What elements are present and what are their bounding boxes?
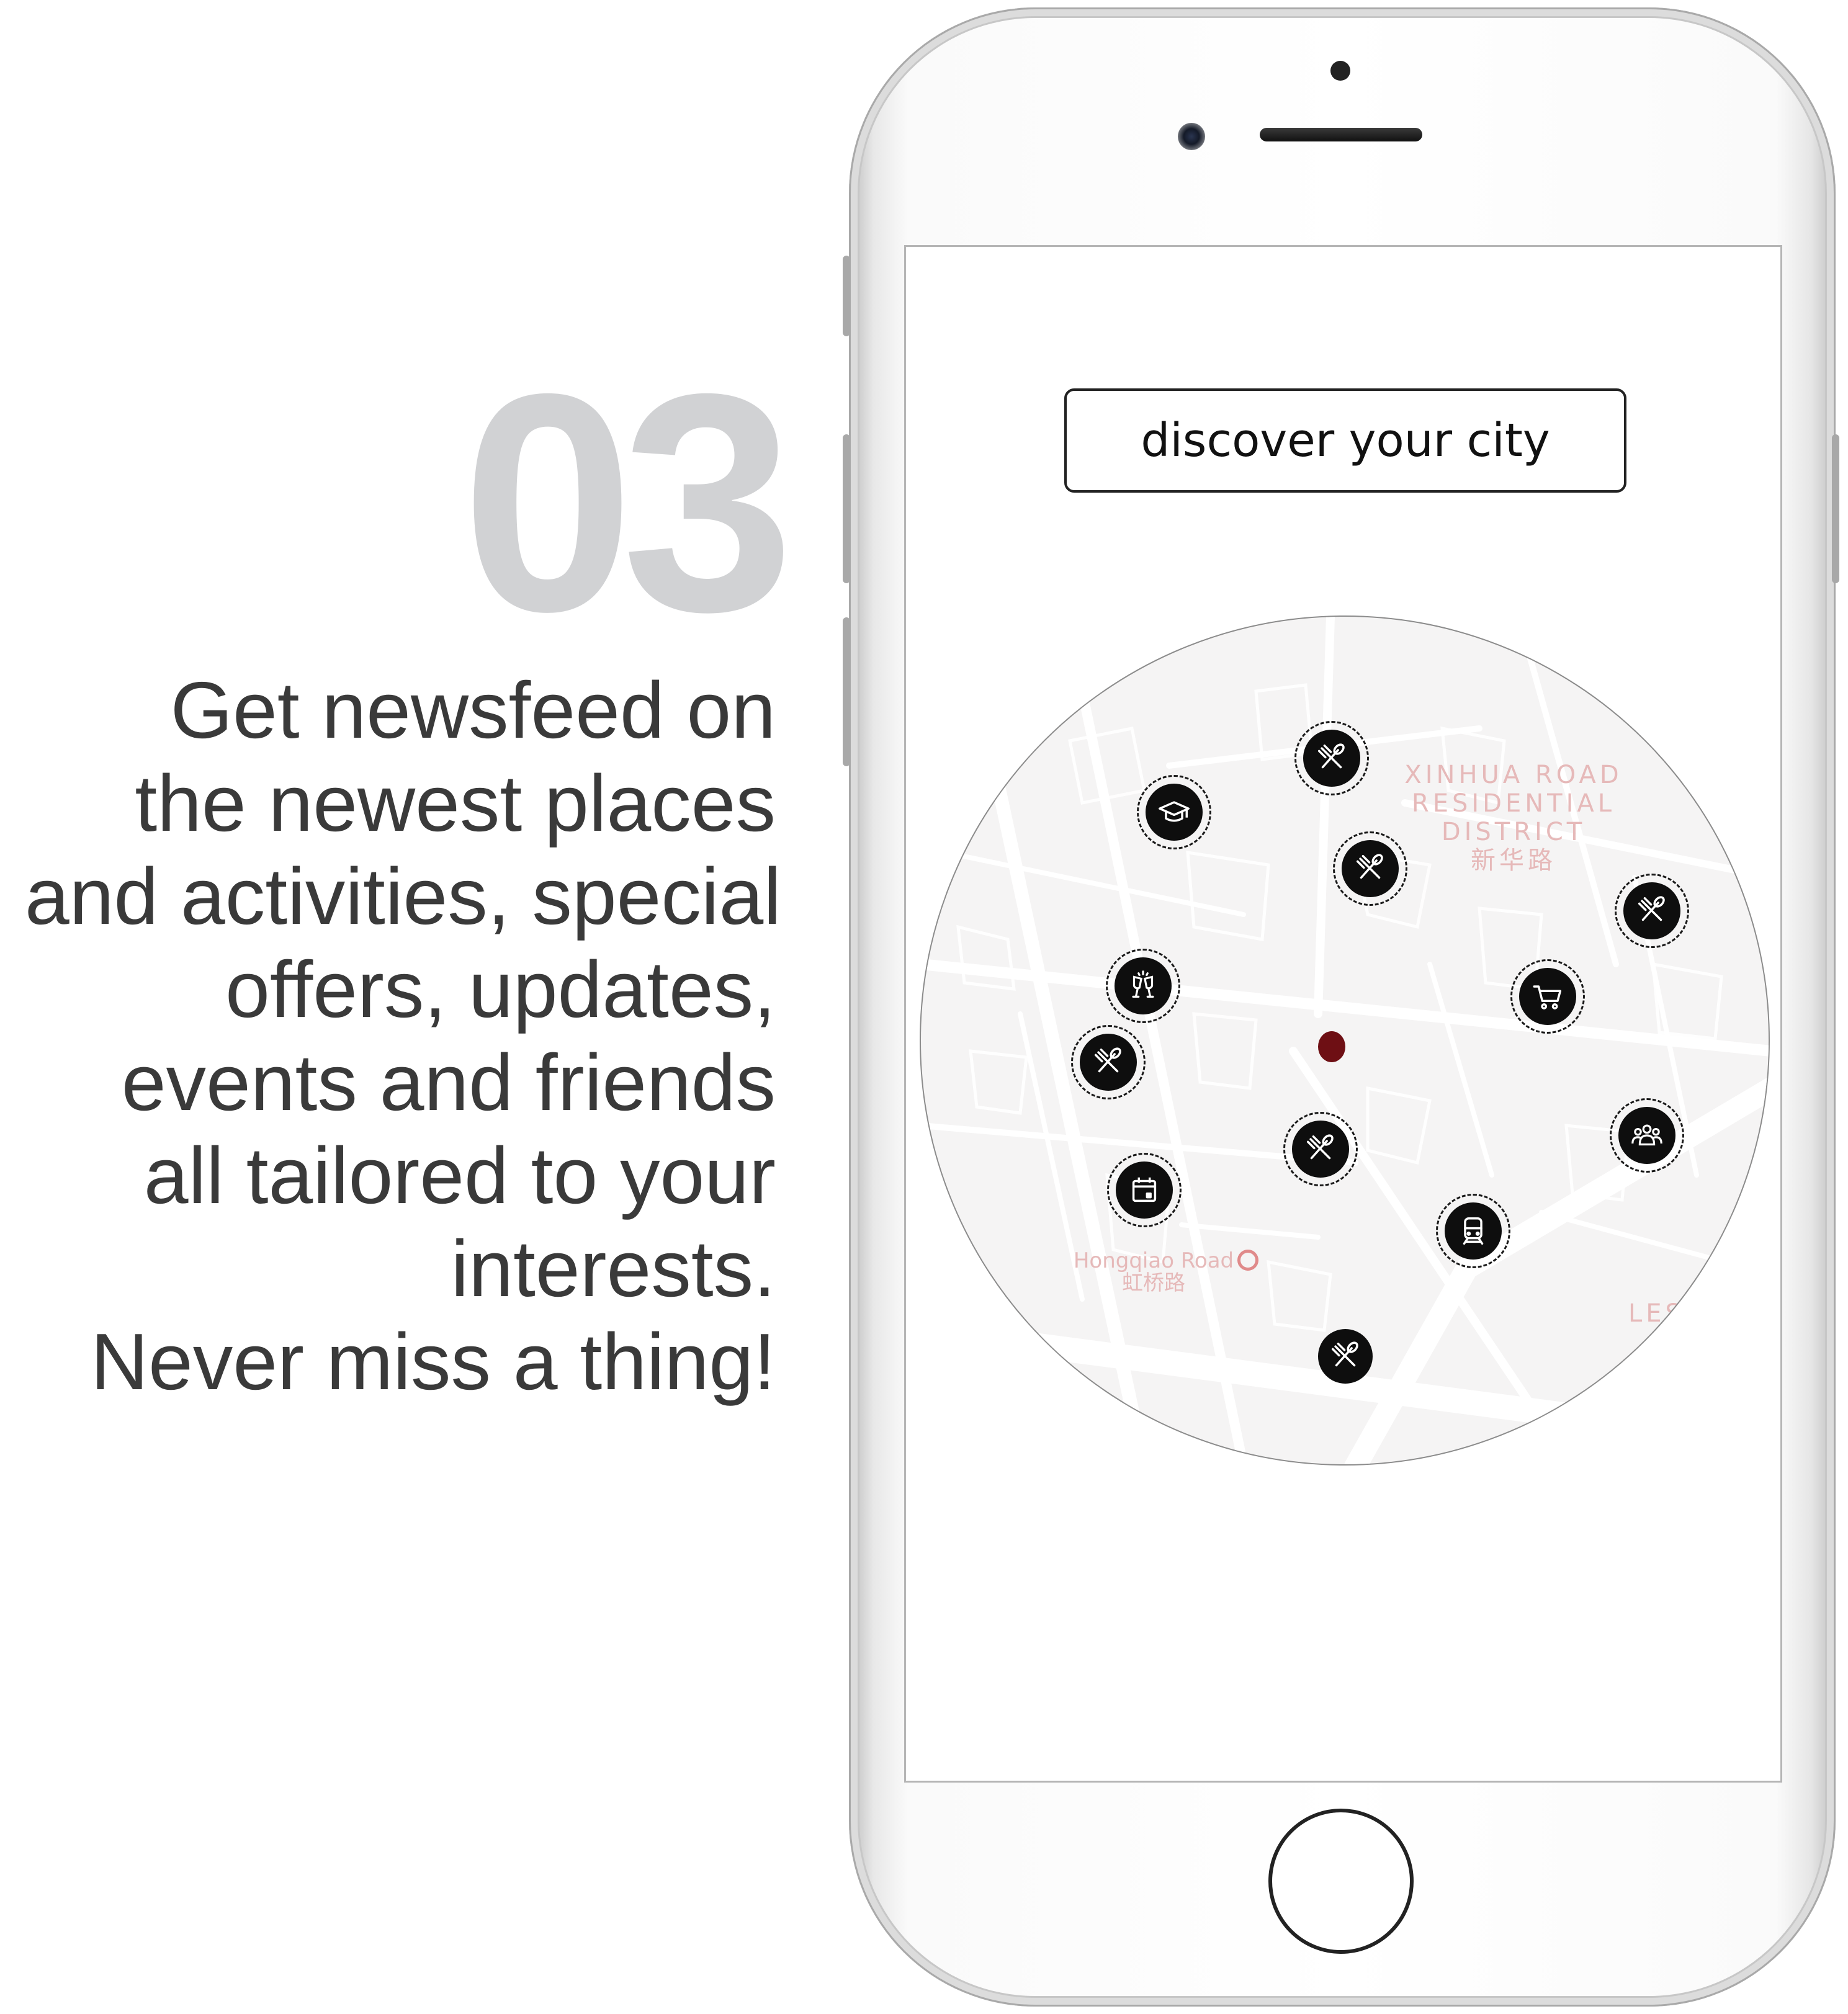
nightlife-icon — [1132, 970, 1154, 998]
mute-switch — [843, 256, 850, 336]
metro-train-icon — [1463, 1217, 1484, 1245]
earpiece-speaker — [1260, 128, 1422, 141]
feature-line: offers, updates, — [225, 945, 776, 1034]
power-button — [1832, 434, 1839, 583]
feature-line: interests. — [451, 1224, 776, 1314]
restaurant-icon — [1094, 1047, 1121, 1073]
feature-line: and activities, special — [25, 852, 781, 941]
home-button[interactable] — [1268, 1809, 1414, 1954]
restaurant-marker[interactable] — [1333, 831, 1407, 906]
discover-search-button[interactable]: discover your city — [1064, 388, 1626, 493]
front-camera — [1178, 123, 1205, 150]
metro-marker[interactable] — [1436, 1194, 1510, 1268]
user-location-dot — [1318, 1031, 1345, 1062]
city-map[interactable]: XINHUA ROAD RESIDENTIAL DISTRICT 新华路 Hon… — [920, 615, 1770, 1466]
feature-line: Get newsfeed on — [170, 666, 776, 755]
feature-description: Get newsfeed on the newest places and ac… — [25, 664, 781, 1408]
restaurant-marker[interactable] — [1308, 1319, 1383, 1394]
restaurant-marker[interactable] — [1283, 1112, 1358, 1186]
restaurant-marker[interactable] — [1071, 1025, 1146, 1099]
feature-line: events and friends — [121, 1038, 776, 1127]
feature-line: the newest places — [135, 759, 776, 848]
step-number: 03 — [461, 329, 794, 676]
phone-screen: discover your city XINHUA ROAD RESIDENTI… — [904, 245, 1782, 1783]
edge-label: LES — [1628, 1299, 1685, 1328]
restaurant-icon — [1331, 1341, 1358, 1367]
volume-down-button — [843, 617, 850, 766]
metro-station-icon — [1237, 1250, 1258, 1271]
district-label: XINHUA ROAD RESIDENTIAL DISTRICT 新华路 — [1404, 761, 1623, 875]
restaurant-icon — [1356, 854, 1383, 879]
restaurant-marker[interactable] — [1615, 874, 1689, 948]
event-calendar-icon — [1132, 1177, 1157, 1202]
volume-up-button — [843, 434, 850, 583]
education-icon — [1159, 801, 1190, 822]
restaurant-marker[interactable] — [1294, 721, 1369, 795]
group-marker[interactable] — [1610, 1098, 1684, 1173]
education-marker[interactable] — [1137, 775, 1211, 849]
restaurant-icon — [1317, 743, 1345, 769]
event-marker[interactable] — [1107, 1153, 1182, 1227]
restaurant-icon — [1638, 896, 1665, 921]
group-icon — [1631, 1124, 1662, 1146]
nightlife-marker[interactable] — [1106, 949, 1180, 1023]
restaurant-icon — [1306, 1134, 1334, 1160]
feature-line: Never miss a thing! — [90, 1317, 776, 1407]
shopping-cart-icon — [1533, 985, 1562, 1009]
proximity-sensor — [1330, 61, 1350, 81]
shopping-marker[interactable] — [1510, 959, 1585, 1034]
station-label: Hongqiao Road 虹桥路 — [1073, 1248, 1234, 1296]
feature-line: all tailored to your — [143, 1131, 776, 1220]
